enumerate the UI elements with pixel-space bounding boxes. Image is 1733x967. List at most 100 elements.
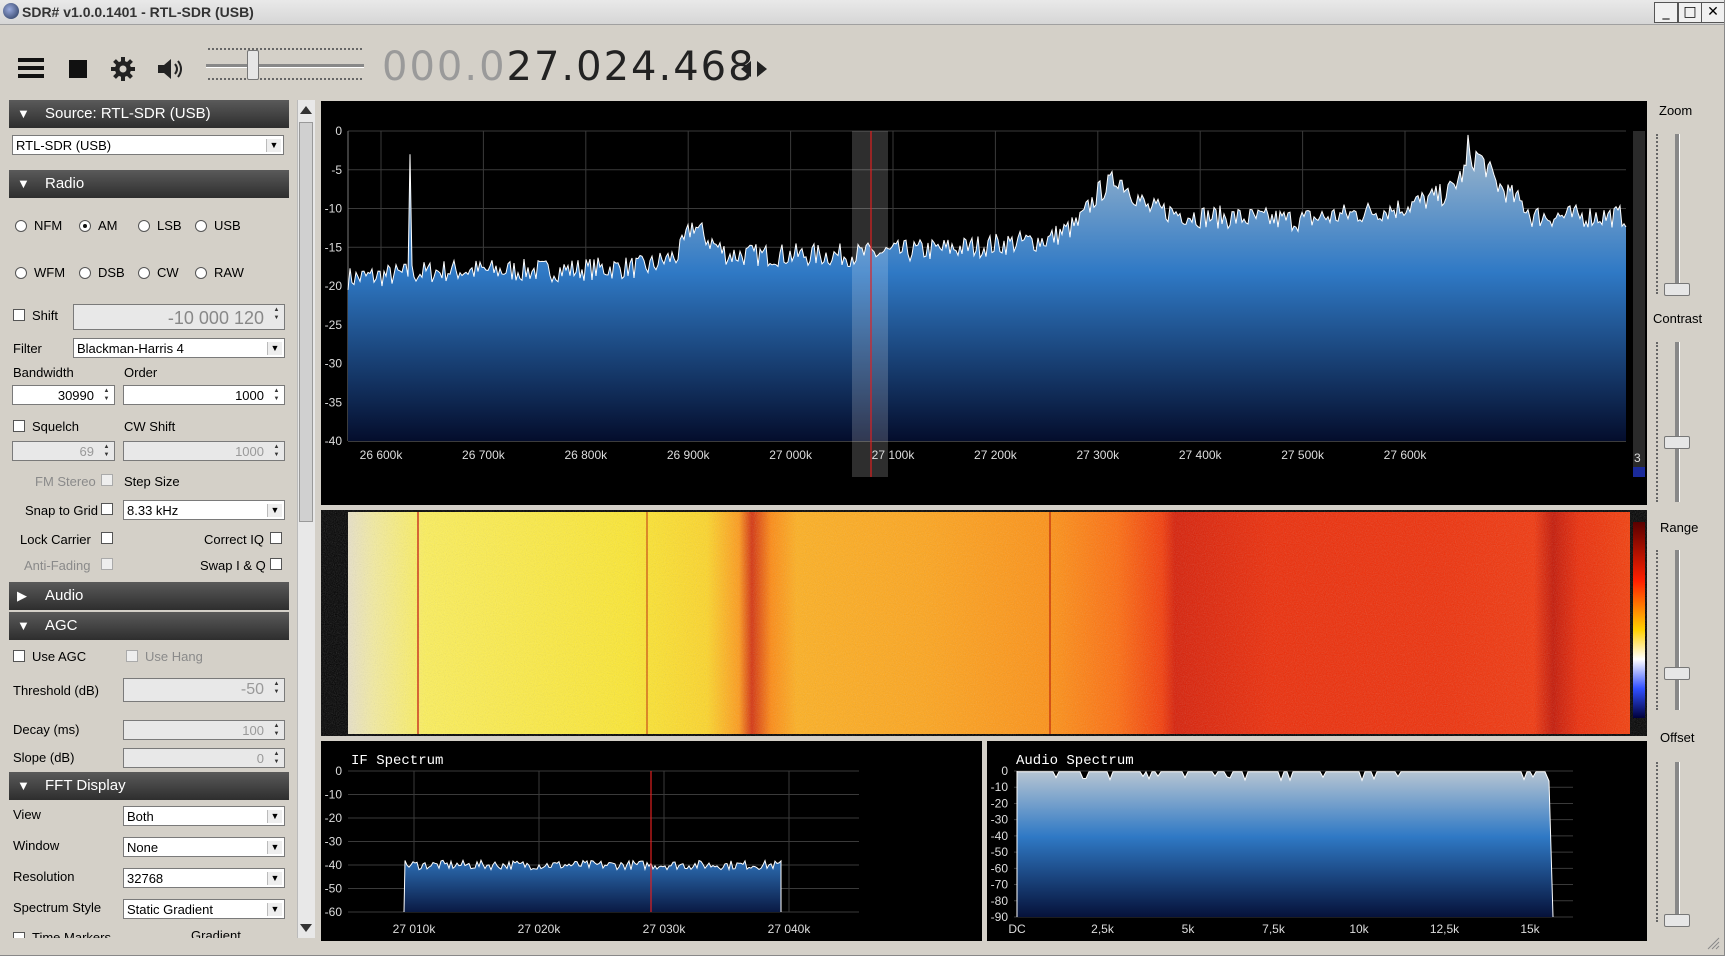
range-slider-track[interactable] [1675,550,1680,710]
audio-section-header[interactable]: ▶ Audio [9,582,289,610]
offset-slider-track[interactable] [1675,762,1680,922]
order-input[interactable]: 1000 ▲ ▼ [123,385,285,405]
time-markers-label: Time Markers [32,930,111,938]
squelch-checkbox[interactable] [13,420,25,432]
y-tick-label: -30 [991,813,1009,827]
radio-section-header[interactable]: ▼ Radio [9,170,289,198]
zoom-ticks [1656,134,1662,294]
speaker-icon[interactable] [156,57,184,81]
contrast-slider-track[interactable] [1675,342,1680,502]
x-tick-label: 2,5k [1091,922,1115,936]
zoom-slider-thumb[interactable] [1664,283,1690,296]
cw-shift-input[interactable]: 1000 ▲ ▼ [123,441,285,461]
step-size-select[interactable]: 8.33 kHz ▼ [123,500,285,520]
radio-wfm-label: WFM [34,265,66,280]
bandwidth-input[interactable]: 30990 ▲ ▼ [12,385,115,405]
if-spectrum-panel[interactable]: IF Spectrum 0 -10 -20 -30 -40 -50 -60 27 010k 2… [321,741,982,941]
offset-slider-thumb[interactable] [1664,914,1690,927]
scroll-up-icon[interactable] [299,104,314,116]
anti-fading-checkbox[interactable] [101,558,113,570]
slope-input[interactable]: 0 ▲ ▼ [123,748,285,768]
fm-stereo-checkbox[interactable] [101,474,113,486]
view-select[interactable]: Both ▼ [123,806,285,826]
contrast-label: Contrast [1653,311,1703,326]
side-panel-scrollbar[interactable] [297,100,315,938]
y-tick-label: -40 [991,829,1009,843]
threshold-input[interactable]: -50 ▲ ▼ [123,678,285,702]
contrast-ticks [1656,342,1662,502]
zoom-slider-track[interactable] [1675,134,1680,294]
resolution-select[interactable]: 32768 ▼ [123,868,285,888]
gear-icon[interactable] [111,57,135,81]
radio-am[interactable] [79,220,91,232]
collapse-triangle-icon: ▼ [17,176,30,191]
frequency-display[interactable]: 000.027.024.468 [382,44,756,90]
x-tick-label: 7,5k [1262,922,1286,936]
audio-spectrum-panel[interactable]: Audio Spectrum 0 -10 -20 -30 -40 -50 -60 -70 -80… [987,741,1647,941]
resolution-label: Resolution [13,869,75,884]
resize-grip-icon[interactable] [1706,936,1720,950]
view-value: Both [127,809,154,824]
filter-value: Blackman-Harris 4 [77,341,184,356]
use-agc-checkbox[interactable] [13,650,25,662]
fft-section-header[interactable]: ▼ FFT Display [9,772,289,800]
agc-section-header[interactable]: ▼ AGC [9,612,289,640]
use-hang-checkbox[interactable] [126,650,138,662]
radio-dsb[interactable] [79,267,91,279]
shift-checkbox[interactable] [13,309,25,321]
anti-fading-label: Anti-Fading [24,558,91,573]
decay-input[interactable]: 100 ▲ ▼ [123,720,285,740]
if-spectrum-x-axis: 27 010k 27 020k 27 030k 27 040k [393,922,812,936]
minimize-button[interactable]: _ [1654,2,1678,23]
time-markers-checkbox[interactable] [13,932,25,938]
volume-slider-track[interactable] [206,64,364,68]
volume-slider-thumb[interactable] [247,50,259,80]
radio-cw[interactable] [138,267,150,279]
correct-iq-checkbox[interactable] [270,532,282,544]
window-select[interactable]: None ▼ [123,837,285,857]
filter-select[interactable]: Blackman-Harris 4 ▼ [73,338,285,358]
snap-to-grid-checkbox[interactable] [101,503,113,515]
radio-raw[interactable] [195,267,207,279]
waterfall-panel[interactable] [321,510,1647,736]
window-label: Window [13,838,60,853]
x-tick-label: 27 300k [1076,448,1120,462]
swap-iq-checbox[interactable] [270,558,282,570]
y-tick-label: -20 [991,796,1009,810]
radio-wfm[interactable] [15,267,27,279]
swap-arrows-icon[interactable] [741,60,767,78]
menu-icon[interactable] [18,58,44,80]
spectrum-style-value: Static Gradient [127,902,213,917]
radio-am-label: AM [98,218,118,233]
squelch-input[interactable]: 69 ▲ ▼ [12,441,115,461]
y-tick-label: -5 [331,163,342,177]
range-slider-thumb[interactable] [1664,667,1690,680]
spin-arrows-icon: ▲ ▼ [103,388,110,402]
audio-spectrum-chart: Audio Spectrum 0 -10 -20 -30 -40 -50 -60 -70 -80… [991,753,1573,936]
x-tick-label: 26 700k [462,448,506,462]
chevron-down-icon: ▼ [267,342,282,355]
main-spectrum-panel[interactable]: 0 -5 -10 -15 -20 -25 -30 -35 -40 26 600k 26 700k 2… [321,101,1647,505]
radio-nfm[interactable] [15,220,27,232]
shift-input[interactable]: -10 000 120 ▲ ▼ [73,304,285,330]
close-button[interactable]: ✕ [1701,2,1724,23]
slope-value: 0 [256,751,264,766]
radio-usb[interactable] [195,220,207,232]
source-device-select[interactable]: RTL-SDR (USB) ▼ [12,135,284,155]
spectrum-style-select[interactable]: Static Gradient ▼ [123,899,285,919]
scrollbar-thumb[interactable] [299,122,313,522]
contrast-slider-thumb[interactable] [1664,436,1690,449]
source-section-header[interactable]: ▼ Source: RTL-SDR (USB) [9,100,289,128]
use-hang-label: Use Hang [145,649,203,664]
chevron-down-icon: ▼ [266,139,281,152]
y-tick-label: -20 [325,279,343,293]
scroll-down-icon[interactable] [299,922,314,934]
filter-passband[interactable] [852,131,888,477]
frequency-leading-digits: 000.0 [382,44,507,90]
radio-lsb[interactable] [138,220,150,232]
main-spectrum-chart: 0-5-10-15-20-25-30-35-40 26 600k 26 700k 2… [325,124,1645,477]
stop-icon[interactable] [69,60,87,78]
maximize-button[interactable]: □ [1678,2,1702,23]
radio-header-label: Radio [45,175,85,192]
lock-carrier-checkbox[interactable] [101,532,113,544]
